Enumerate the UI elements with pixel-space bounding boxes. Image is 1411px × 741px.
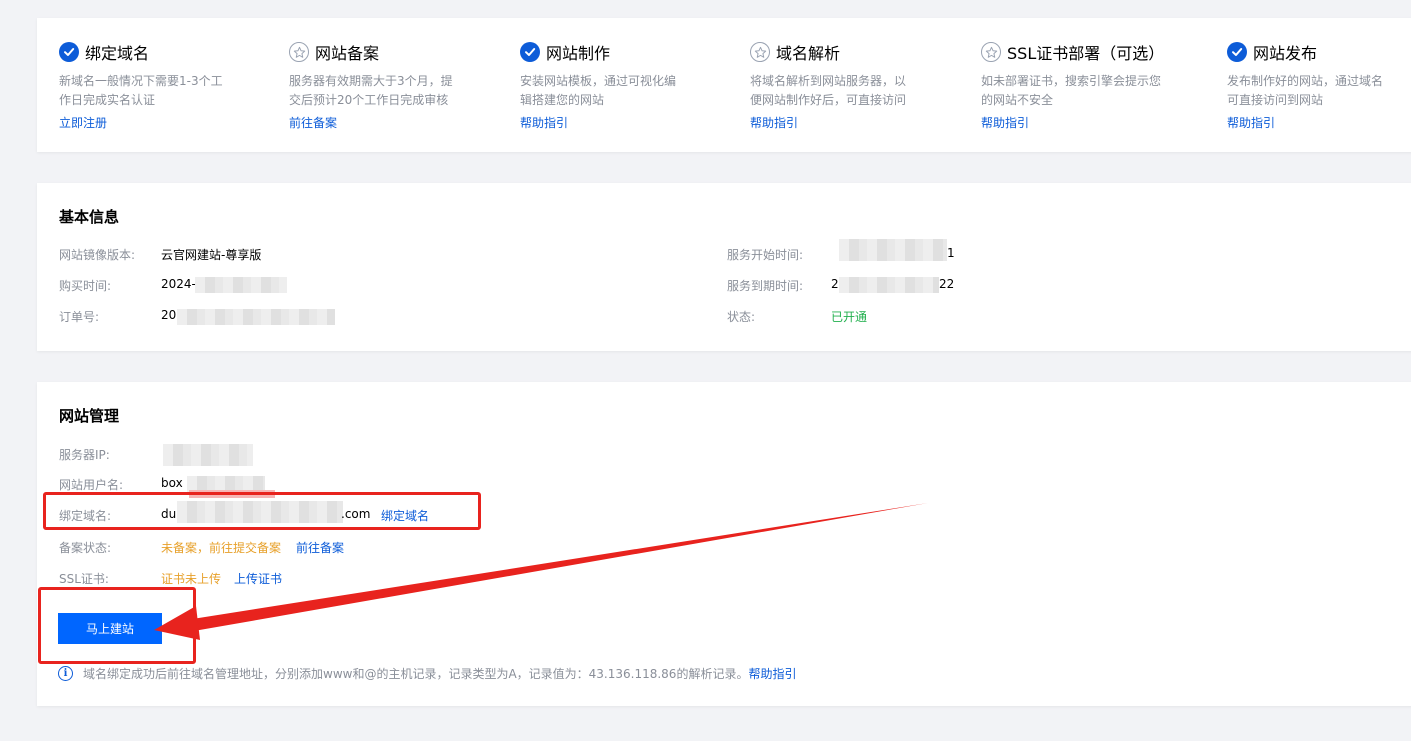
basic-info-title: 基本信息: [59, 208, 120, 226]
check-circle-icon: [59, 42, 79, 62]
step-link[interactable]: 帮助指引: [520, 114, 568, 131]
go-icp-link[interactable]: 前往备案: [296, 539, 344, 556]
step-title: 绑定域名: [85, 44, 150, 63]
step-link[interactable]: 立即注册: [59, 114, 107, 131]
icp-status-value[interactable]: 未备案，前往提交备案: [161, 539, 281, 556]
site-username-value: box: [161, 476, 183, 490]
upload-cert-link[interactable]: 上传证书: [234, 570, 282, 587]
check-circle-icon: [1227, 42, 1247, 62]
bound-domain-prefix: du: [161, 507, 177, 521]
service-end-value-suffix: 22: [939, 277, 955, 291]
step-description: 新域名一般情况下需要1-3个工 作日完成实名认证: [59, 74, 223, 107]
icp-status-label: 备案状态:: [59, 541, 112, 555]
order-no-label: 订单号:: [59, 310, 100, 324]
step-header: 绑定域名: [59, 40, 149, 64]
service-end-value-prefix: 2: [831, 277, 839, 291]
redacted-order-no: [177, 309, 335, 325]
info-tip: i 域名绑定成功后前往域名管理地址，分别添加www和@的主机记录，记录类型为A，…: [58, 665, 796, 682]
purchase-time-label: 购买时间:: [59, 279, 112, 293]
redacted-username-highlight: [189, 490, 275, 498]
service-start-label: 服务开始时间:: [727, 248, 804, 262]
step-header: SSL证书部署（可选）: [981, 40, 1164, 64]
image-version-value: 云官网建站-尊享版: [161, 248, 262, 262]
setup-steps-card: 绑定域名新域名一般情况下需要1-3个工 作日完成实名认证立即注册 网站备案服务器有…: [37, 18, 1411, 152]
step-header: 网站制作: [520, 40, 610, 64]
image-version-label: 网站镜像版本:: [59, 248, 136, 262]
service-end-label: 服务到期时间:: [727, 279, 804, 293]
site-management-title: 网站管理: [59, 407, 120, 425]
step-header: 网站备案: [289, 40, 379, 64]
step-link[interactable]: 帮助指引: [1227, 114, 1275, 131]
server-ip-label: 服务器IP:: [59, 448, 110, 462]
ssl-cert-status: 证书未上传: [161, 572, 222, 586]
build-site-button[interactable]: 马上建站: [58, 613, 162, 644]
step-description: 安装网站模板，通过可视化编 辑搭建您的网站: [520, 74, 677, 107]
redacted-domain: [177, 501, 343, 523]
info-tip-text: 域名绑定成功后前往域名管理地址，分别添加www和@的主机记录，记录类型为A，记录…: [83, 667, 749, 681]
ssl-cert-label: SSL证书:: [59, 572, 109, 586]
step-header: 网站发布: [1227, 40, 1317, 64]
step-title: SSL证书部署（可选）: [1007, 44, 1165, 63]
service-start-value: 1: [947, 246, 955, 260]
step-title: 网站发布: [1253, 44, 1318, 63]
purchase-time-value: 2024-: [161, 277, 196, 291]
step-description: 发布制作好的网站，通过域名 可直接访问到网站: [1227, 74, 1384, 107]
info-help-link[interactable]: 帮助指引: [748, 665, 796, 682]
step-title: 网站制作: [546, 44, 611, 63]
redacted-server-ip: [163, 444, 253, 466]
basic-info-card: 基本信息 网站镜像版本: 云官网建站-尊享版 购买时间: 2024- 订单号: …: [37, 183, 1411, 351]
bound-domain-suffix: .com: [341, 507, 371, 521]
star-outline-icon: [750, 42, 770, 62]
step-link[interactable]: 帮助指引: [981, 114, 1029, 131]
step-link[interactable]: 帮助指引: [750, 114, 798, 131]
order-no-value: 20: [161, 308, 177, 322]
redacted-service-start: [839, 239, 947, 261]
star-outline-icon: [981, 42, 1001, 62]
status-badge: 已开通: [831, 310, 868, 324]
site-management-card: 网站管理 服务器IP: 网站用户名: box 绑定域名: du .com 绑定域…: [37, 382, 1411, 706]
redacted-service-end: [839, 277, 939, 293]
step-description: 如未部署证书，搜索引擎会提示您 的网站不安全: [981, 74, 1162, 107]
step-title: 网站备案: [315, 44, 380, 63]
step-header: 域名解析: [750, 40, 840, 64]
bound-domain-label: 绑定域名:: [59, 509, 112, 523]
info-icon: i: [58, 666, 73, 681]
star-outline-icon: [289, 42, 309, 62]
check-circle-icon: [520, 42, 540, 62]
site-username-label: 网站用户名:: [59, 478, 124, 492]
status-label: 状态:: [727, 310, 756, 324]
step-title: 域名解析: [776, 44, 841, 63]
step-description: 将域名解析到网站服务器，以 便网站制作好后，可直接访问: [750, 74, 907, 107]
step-link[interactable]: 前往备案: [289, 114, 337, 131]
step-description: 服务器有效期需大于3个月，提 交后预计20个工作日完成审核: [289, 74, 453, 107]
redacted-purchase-time: [195, 277, 287, 293]
bind-domain-link[interactable]: 绑定域名: [381, 507, 429, 524]
